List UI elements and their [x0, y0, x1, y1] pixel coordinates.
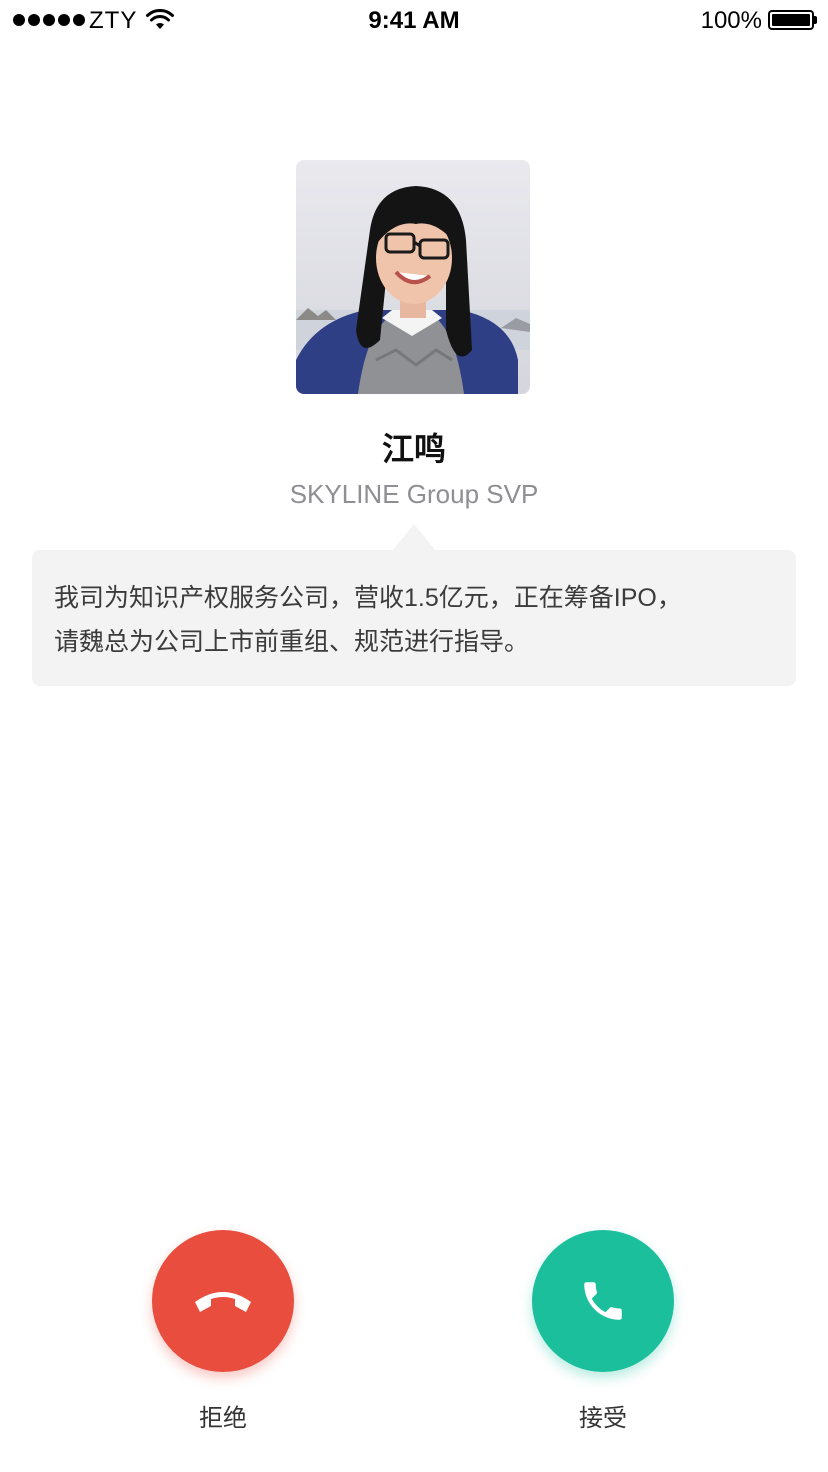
status-bar: ZTY 9:41 AM 100%	[0, 0, 828, 40]
phone-icon	[584, 1282, 622, 1320]
caller-name: 江鸣	[381, 431, 446, 467]
hang-up-icon	[195, 1292, 251, 1312]
battery-percentage: 100%	[700, 7, 762, 34]
message-line-2: 请魏总为公司上市前重组、规范进行指导。	[54, 628, 530, 656]
decline-label: 拒绝	[199, 1405, 247, 1432]
battery-icon	[768, 10, 814, 30]
accept-button[interactable]	[532, 1230, 674, 1372]
decline-button[interactable]	[152, 1230, 294, 1372]
caller-title: SKYLINE Group SVP	[289, 479, 539, 509]
caller-avatar	[296, 160, 530, 394]
battery-tip	[814, 16, 817, 24]
accept-label: 接受	[579, 1405, 627, 1432]
message-bubble: 我司为知识产权服务公司，营收1.5亿元，正在筹备IPO， 请魏总为公司上市前重组…	[32, 550, 796, 686]
message-bubble-arrow	[392, 524, 436, 551]
message-line-1: 我司为知识产权服务公司，营收1.5亿元，正在筹备IPO，	[54, 584, 682, 612]
